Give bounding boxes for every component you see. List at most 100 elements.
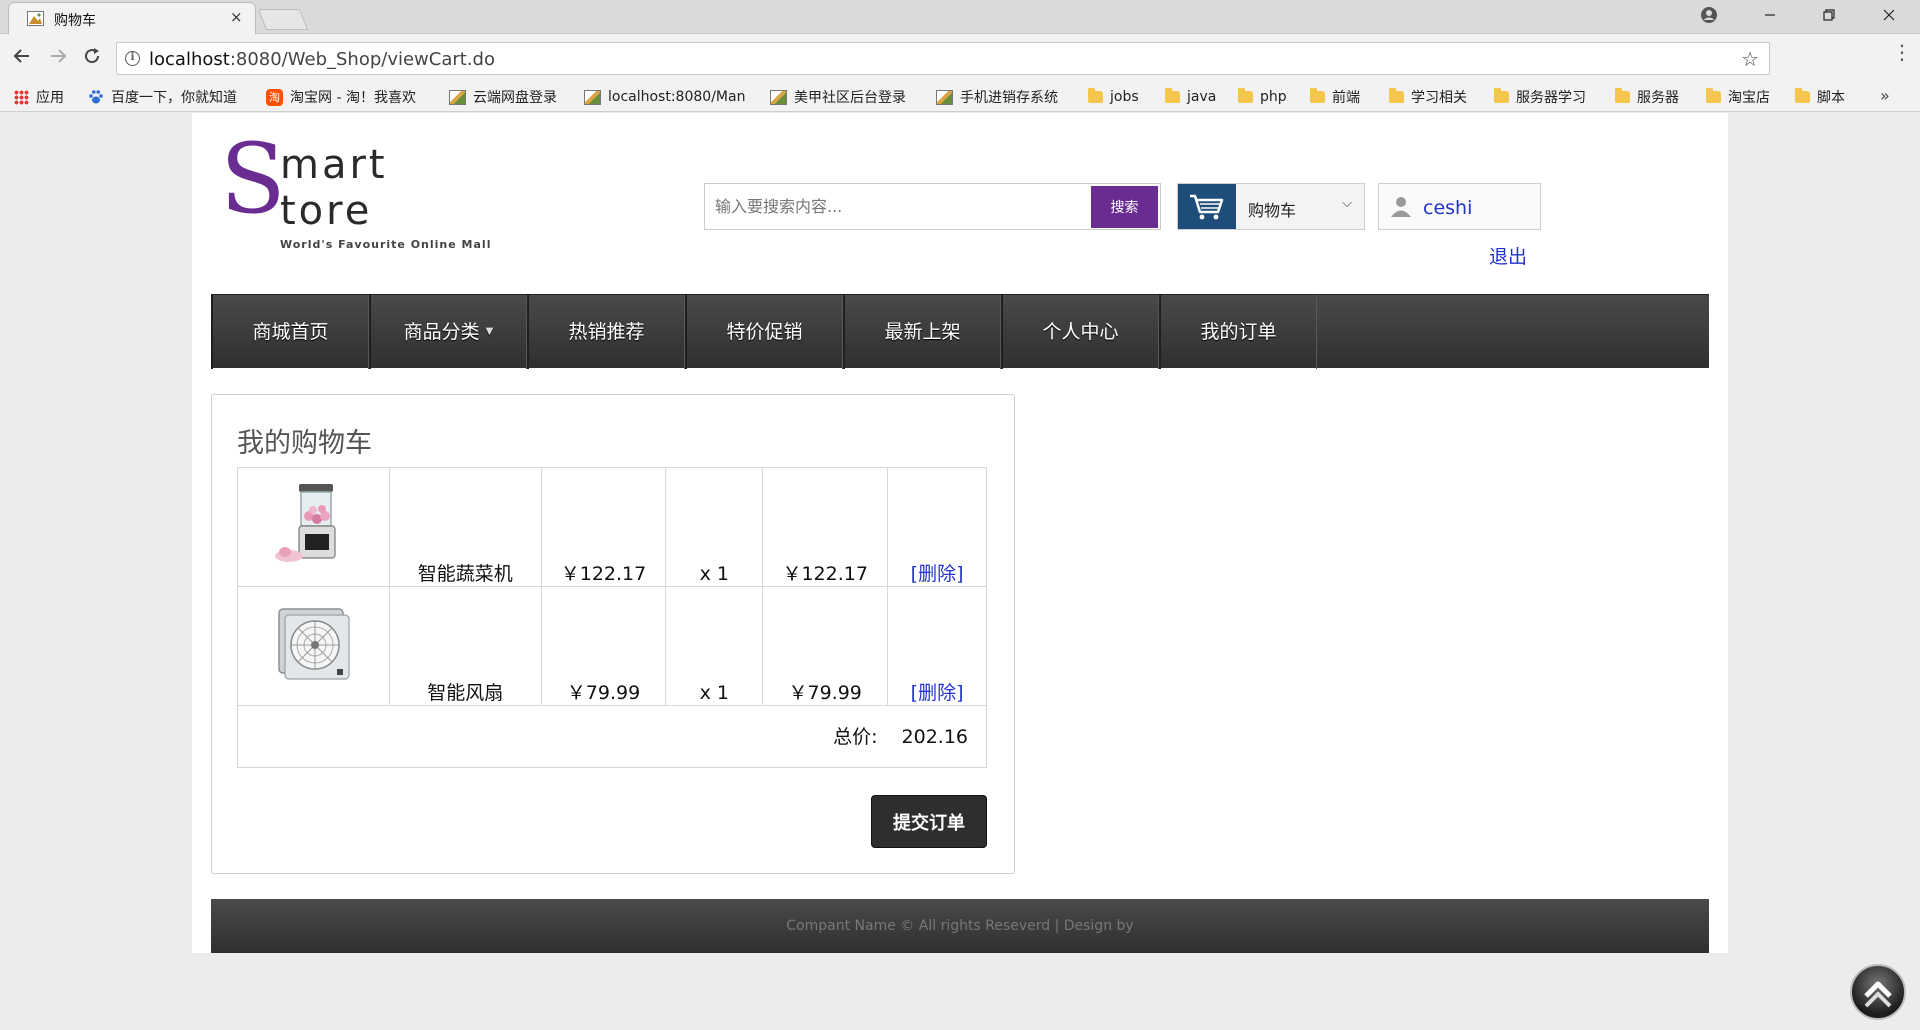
cart-dropdown[interactable]: 购物车 ⌵	[1177, 183, 1365, 230]
bookmarks-overflow-icon[interactable]: »	[1880, 86, 1890, 105]
quantity-cell: x 1	[665, 467, 764, 587]
restore-icon[interactable]	[1806, 4, 1852, 28]
unit-price: ￥79.99	[566, 682, 641, 704]
subtotal: ￥122.17	[782, 563, 868, 585]
product-image-cell	[237, 586, 390, 706]
search-input[interactable]	[705, 184, 1090, 229]
folder-icon	[1088, 88, 1103, 103]
cart-title: 我的购物车	[237, 428, 372, 459]
bookmark-label: jobs	[1110, 89, 1139, 105]
back-arrow-icon[interactable]	[8, 46, 36, 70]
bookmark-label: 前端	[1332, 90, 1360, 106]
nav-label: 我的订单	[1200, 321, 1277, 343]
delete-link[interactable]: [删除]	[911, 563, 964, 585]
cart-label: 购物车	[1248, 201, 1297, 220]
bookmark-folder-java[interactable]: java	[1165, 86, 1216, 108]
page-container: S mart tore World's Favourite Online Mal…	[192, 113, 1728, 953]
store-logo[interactable]: S mart tore World's Favourite Online Mal…	[220, 131, 500, 251]
info-icon[interactable]: i	[125, 51, 140, 66]
bookmark-label: localhost:8080/Man	[608, 89, 746, 105]
bookmark-label: 百度一下，你就知道	[111, 90, 237, 106]
nav-specials[interactable]: 特价促销	[685, 295, 843, 369]
product-name[interactable]: 智能蔬菜机	[418, 563, 513, 585]
vegetable-machine-image[interactable]	[265, 476, 361, 572]
product-name-cell: 智能蔬菜机	[388, 467, 542, 587]
total-cell: 总价: 202.16	[237, 705, 987, 768]
bookmark-label: 服务器学习	[1516, 90, 1586, 106]
bookmark-folder-scripts[interactable]: 脚本	[1795, 86, 1845, 108]
footer: Compant Name © All rights Reseverd | Des…	[211, 899, 1709, 953]
nav-new[interactable]: 最新上架	[843, 295, 1001, 369]
product-image-cell	[237, 467, 390, 587]
bookmark-nail-admin[interactable]: 美甲社区后台登录	[770, 86, 906, 108]
bookmark-folder-server-study[interactable]: 服务器学习	[1494, 86, 1586, 108]
bookmark-folder-jobs[interactable]: jobs	[1088, 86, 1139, 108]
footer-text: Compant Name © All rights Reseverd | Des…	[786, 918, 1134, 934]
product-name-cell: 智能风扇	[388, 586, 542, 706]
image-icon	[584, 89, 601, 105]
unit-price-cell: ￥122.17	[540, 467, 667, 587]
bookmark-label: 淘宝网 - 淘！我喜欢	[290, 90, 416, 106]
bookmark-inventory[interactable]: 手机进销存系统	[936, 86, 1058, 108]
logo-tagline: World's Favourite Online Mall	[280, 238, 492, 251]
cart-icon-area	[1178, 184, 1236, 229]
bookmark-cloud-disk[interactable]: 云端网盘登录	[449, 86, 557, 108]
bookmark-label: php	[1260, 89, 1287, 105]
browser-tab-active[interactable]: 购物车 ×	[8, 2, 256, 35]
cart-table: 智能蔬菜机 ￥122.17 x 1 ￥122.17 [删除] 智能风扇 ￥79.…	[237, 467, 987, 768]
folder-icon	[1706, 88, 1721, 103]
taobao-icon: 淘	[266, 88, 283, 106]
search-box: 搜索	[704, 183, 1161, 230]
folder-icon	[1795, 88, 1810, 103]
account-icon[interactable]	[1700, 6, 1718, 24]
total-label: 总价:	[833, 725, 878, 748]
search-button[interactable]: 搜索	[1091, 186, 1158, 228]
product-name[interactable]: 智能风扇	[427, 682, 503, 704]
address-bar[interactable]: i localhost:8080/Web_Shop/viewCart.do ☆	[116, 42, 1770, 75]
scroll-to-top-button[interactable]	[1850, 964, 1906, 1020]
table-row: 智能蔬菜机 ￥122.17 x 1 ￥122.17 [删除]	[237, 467, 987, 587]
delete-link[interactable]: [删除]	[911, 682, 964, 704]
quantity: x 1	[699, 563, 730, 585]
bookmark-baidu[interactable]: 百度一下，你就知道	[88, 86, 237, 108]
logout-link[interactable]: 退出	[1489, 242, 1527, 269]
image-icon	[449, 89, 466, 105]
bookmark-folder-server[interactable]: 服务器	[1615, 86, 1679, 108]
bookmark-folder-study[interactable]: 学习相关	[1389, 86, 1467, 108]
bookmark-folder-frontend[interactable]: 前端	[1310, 86, 1360, 108]
bookmark-star-icon[interactable]: ☆	[1741, 47, 1759, 71]
new-tab-button[interactable]	[257, 9, 309, 30]
reload-icon[interactable]	[78, 46, 106, 70]
page-favicon-icon	[27, 11, 44, 26]
user-account-box[interactable]: ceshi	[1378, 183, 1541, 230]
folder-icon	[1238, 88, 1253, 103]
bookmark-label: java	[1187, 89, 1217, 105]
fan-image[interactable]	[265, 595, 361, 691]
bookmark-folder-taobao-shop[interactable]: 淘宝店	[1706, 86, 1770, 108]
bookmark-apps[interactable]: 应用	[14, 86, 64, 108]
bookmark-localhost[interactable]: localhost:8080/Man	[584, 86, 745, 108]
caret-down-icon: ▼	[485, 326, 494, 337]
logo-text-mart: mart	[280, 142, 388, 188]
nav-orders[interactable]: 我的订单	[1159, 295, 1317, 369]
tab-close-icon[interactable]: ×	[230, 8, 243, 26]
cart-panel: 我的购物车 智能蔬菜机 ￥122.17 x 1 ￥122.17 [删除] 智能风…	[211, 394, 1015, 874]
subtotal-cell: ￥79.99	[762, 586, 889, 706]
bookmark-taobao[interactable]: 淘 淘宝网 - 淘！我喜欢	[266, 86, 416, 108]
bookmark-label: 学习相关	[1411, 90, 1467, 106]
bookmark-label: 美甲社区后台登录	[794, 90, 906, 106]
nav-profile[interactable]: 个人中心	[1001, 295, 1159, 369]
bookmark-folder-php[interactable]: php	[1238, 86, 1287, 108]
baidu-paw-icon	[89, 90, 103, 104]
image-icon	[936, 89, 953, 105]
minimize-icon[interactable]	[1747, 4, 1793, 28]
close-window-icon[interactable]	[1866, 4, 1912, 28]
nav-label: 商品分类	[403, 321, 480, 343]
nav-categories[interactable]: 商品分类 ▼	[369, 295, 527, 369]
nav-hot[interactable]: 热销推荐	[527, 295, 685, 369]
nav-home[interactable]: 商城首页	[211, 295, 369, 369]
forward-arrow-icon[interactable]	[44, 46, 72, 70]
browser-menu-icon[interactable]: ⋮	[1892, 42, 1912, 62]
username: ceshi	[1423, 197, 1473, 219]
submit-order-button[interactable]: 提交订单	[871, 795, 987, 848]
